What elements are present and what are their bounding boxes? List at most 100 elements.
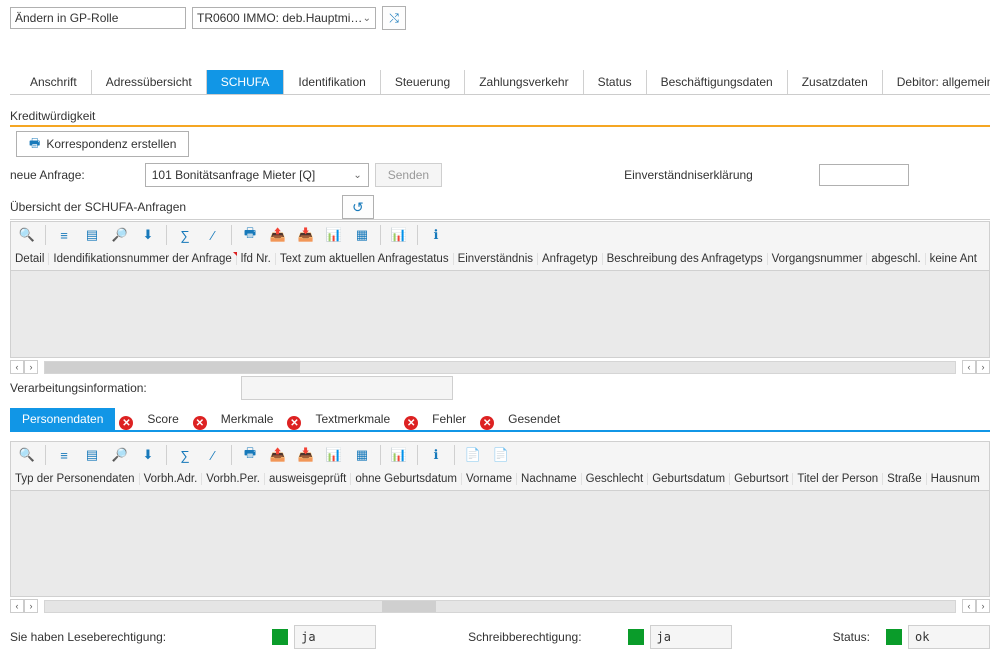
th-detail[interactable]: Detail <box>11 253 49 265</box>
th-abgeschl[interactable]: abgeschl. <box>867 253 925 265</box>
scroll-left-button[interactable]: ‹ <box>10 599 24 613</box>
alv-info-button[interactable]: ℹ <box>423 224 449 246</box>
alv2-sortdesc-button[interactable]: ▤ <box>79 444 105 466</box>
create-correspondence-button[interactable]: 🖶 Korrespondenz erstellen <box>16 131 189 157</box>
tab-steuerung[interactable]: Steuerung <box>381 70 465 94</box>
th2-vorname[interactable]: Vorname <box>462 473 517 485</box>
write-perm-value: ja <box>650 625 732 649</box>
divider <box>45 445 46 465</box>
th-anfragetyp[interactable]: Anfragetyp <box>538 253 603 265</box>
th2-vorbhadr[interactable]: Vorbh.Adr. <box>140 473 203 485</box>
hscrollbar-thumb[interactable] <box>382 601 437 612</box>
sum-icon: ∑ <box>180 228 189 243</box>
subtab-score[interactable]: Score <box>135 408 190 430</box>
scroll-left-button[interactable]: ‹ <box>962 599 976 613</box>
table2-body[interactable] <box>10 491 990 597</box>
send-button[interactable]: Senden <box>375 163 442 187</box>
th-anfragetypdesc[interactable]: Beschreibung des Anfragetyps <box>603 253 768 265</box>
alv-details-button[interactable]: 🔍 <box>14 224 40 246</box>
hscrollbar-1[interactable] <box>44 361 956 374</box>
subtab-personendaten[interactable]: Personendaten <box>10 408 115 430</box>
th-keineant[interactable]: keine Ant <box>926 253 981 265</box>
alv2-sortasc-button[interactable]: ≡ <box>51 444 77 466</box>
overview-label: Übersicht der SCHUFA-Anfragen <box>10 200 186 214</box>
alv-filter-button[interactable]: ⬇ <box>135 224 161 246</box>
alv2-layout-button[interactable]: 📊 <box>321 444 347 466</box>
role-assign-button[interactable]: ⤭ <box>382 6 406 30</box>
th2-geschl[interactable]: Geschlecht <box>582 473 649 485</box>
scroll-right-button[interactable]: › <box>24 599 38 613</box>
th-id[interactable]: Idendifikationsnummer der Anfrage <box>49 253 236 265</box>
th2-typ[interactable]: Typ der Personendaten <box>11 473 140 485</box>
alv2-info-button[interactable]: ℹ <box>423 444 449 466</box>
alv-import-button[interactable]: 📥 <box>293 224 319 246</box>
th2-strasse[interactable]: Straße <box>883 473 927 485</box>
th2-vorbhper[interactable]: Vorbh.Per. <box>202 473 265 485</box>
scroll-left-button[interactable]: ‹ <box>962 360 976 374</box>
th-statustxt[interactable]: Text zum aktuellen Anfragestatus <box>276 253 454 265</box>
tab-adressuebersicht[interactable]: Adressübersicht <box>92 70 207 94</box>
tab-debitor-allgemein[interactable]: Debitor: allgemeine Daten <box>883 70 990 94</box>
alv-print-button[interactable]: 🖶 <box>237 224 263 246</box>
subtab-merkmale[interactable]: Merkmale <box>209 408 286 430</box>
alv-views-button[interactable]: ▦ <box>349 224 375 246</box>
alv-layout-button[interactable]: 📊 <box>321 224 347 246</box>
alv2-graph-button[interactable]: 📊 <box>386 444 412 466</box>
scroll-right-button[interactable]: › <box>24 360 38 374</box>
alv2-import-button[interactable]: 📥 <box>293 444 319 466</box>
alv2-views-button[interactable]: ▦ <box>349 444 375 466</box>
th2-hausnr[interactable]: Hausnum <box>927 473 984 485</box>
th-einv[interactable]: Einverständnis <box>454 253 538 265</box>
th2-titel[interactable]: Titel der Person <box>793 473 883 485</box>
scroll-right-button[interactable]: › <box>976 599 990 613</box>
th2-ausweis[interactable]: ausweisgeprüft <box>265 473 351 485</box>
alv2-sum-button[interactable]: ∑ <box>172 444 198 466</box>
tab-status[interactable]: Status <box>584 70 647 94</box>
tab-zusatzdaten[interactable]: Zusatzdaten <box>788 70 883 94</box>
alv-find-button[interactable]: 🔎 <box>107 224 133 246</box>
alv2-print-button[interactable]: 🖶 <box>237 444 263 466</box>
subtab-label: Textmerkmale <box>315 412 390 426</box>
alv-sortdesc-button[interactable]: ▤ <box>79 224 105 246</box>
alv2-subtotal-button[interactable]: ⁄ <box>200 444 226 466</box>
scroll-left-button[interactable]: ‹ <box>10 360 24 374</box>
change-role-field[interactable]: Ändern in GP-Rolle <box>10 7 186 29</box>
alv-export-button[interactable]: 📤 <box>265 224 291 246</box>
refresh-button[interactable]: ↻ <box>342 195 374 219</box>
subtab-label: Merkmale <box>221 412 274 426</box>
subtab-strip: Personendaten ✕ Score ✕ Merkmale ✕ Textm… <box>10 404 990 430</box>
table1-body[interactable] <box>10 271 990 358</box>
tab-zahlungsverkehr[interactable]: Zahlungsverkehr <box>465 70 583 94</box>
request-type-select[interactable]: 101 Bonitätsanfrage Mieter [Q] ⌄ <box>145 163 369 187</box>
tab-schufa[interactable]: SCHUFA <box>207 70 285 94</box>
alv2-find-button[interactable]: 🔎 <box>107 444 133 466</box>
scroll-right-button[interactable]: › <box>976 360 990 374</box>
alv-subtotal-button[interactable]: ⁄ <box>200 224 226 246</box>
alv2-doc2-button[interactable]: 📄 <box>488 444 514 466</box>
alv-sum-button[interactable]: ∑ <box>172 224 198 246</box>
subtab-gesendet[interactable]: Gesendet <box>496 408 572 430</box>
alv2-doc1-button[interactable]: 📄 <box>460 444 486 466</box>
alv-graph-button[interactable]: 📊 <box>386 224 412 246</box>
th2-ohnegeb[interactable]: ohne Geburtsdatum <box>351 473 462 485</box>
import-icon: 📥 <box>298 227 314 243</box>
th-lfdnr[interactable]: lfd Nr. <box>237 253 276 265</box>
consent-label: Einverständniserklärung <box>624 168 753 182</box>
th2-gebdatum[interactable]: Geburtsdatum <box>648 473 730 485</box>
th2-gebort[interactable]: Geburtsort <box>730 473 793 485</box>
th2-nachname[interactable]: Nachname <box>517 473 582 485</box>
tab-anschrift[interactable]: Anschrift <box>16 70 92 94</box>
consent-input[interactable] <box>819 164 909 186</box>
alv2-filter-button[interactable]: ⬇ <box>135 444 161 466</box>
role-select[interactable]: TR0600 IMMO: deb.Hauptmieter .. ⌄ <box>192 7 376 29</box>
tab-identifikation[interactable]: Identifikation <box>284 70 380 94</box>
alv2-details-button[interactable]: 🔍 <box>14 444 40 466</box>
hscrollbar-thumb[interactable] <box>45 362 300 373</box>
alv2-export-button[interactable]: 📤 <box>265 444 291 466</box>
subtab-fehler[interactable]: Fehler <box>420 408 478 430</box>
hscrollbar-2[interactable] <box>44 600 956 613</box>
subtab-textmerkmale[interactable]: Textmerkmale <box>303 408 402 430</box>
th-vorgang[interactable]: Vorgangsnummer <box>768 253 868 265</box>
alv-sortasc-button[interactable]: ≡ <box>51 224 77 246</box>
tab-beschaeftigungsdaten[interactable]: Beschäftigungsdaten <box>647 70 788 94</box>
